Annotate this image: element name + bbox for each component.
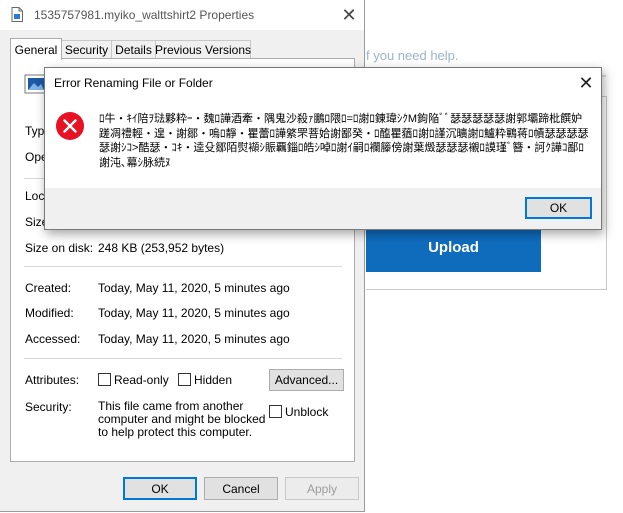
tab-details[interactable]: Details — [111, 40, 156, 59]
hidden-checkbox[interactable] — [178, 373, 191, 386]
size-on-disk-label: Size on disk: — [25, 241, 94, 255]
help-text: f you need help. — [366, 48, 459, 63]
tab-security[interactable]: Security — [61, 40, 112, 59]
accessed-label: Accessed: — [25, 332, 81, 346]
separator — [24, 266, 342, 267]
error-dialog-titlebar[interactable]: Error Renaming File or Folder ✕ — [45, 68, 601, 98]
close-icon[interactable]: ✕ — [336, 3, 362, 27]
properties-titlebar[interactable]: 1535757981.myiko_walttshirt2 Properties … — [0, 0, 364, 30]
security-text: This file came from another computer and… — [98, 399, 266, 439]
unblock-checkbox[interactable] — [269, 405, 282, 418]
error-icon — [56, 112, 84, 140]
created-label: Created: — [25, 281, 72, 295]
tab-general[interactable]: General — [10, 38, 62, 60]
security-label: Security: — [25, 400, 72, 414]
size-on-disk-value: 248 KB (253,952 bytes) — [98, 241, 225, 255]
error-ok-button[interactable]: OK — [525, 197, 592, 219]
close-icon[interactable]: ✕ — [573, 71, 599, 95]
cancel-button[interactable]: Cancel — [204, 477, 278, 500]
file-icon — [11, 7, 23, 22]
modified-value: Today, May 11, 2020, 5 minutes ago — [98, 306, 290, 320]
apply-button[interactable]: Apply — [285, 477, 359, 500]
advanced-button[interactable]: Advanced... — [269, 369, 344, 391]
separator — [24, 358, 342, 359]
ok-button[interactable]: OK — [123, 477, 197, 500]
error-dialog-body: ﾛ牛・ｷｲ陪ｦ琺夥粋ｰ・魏ﾛ譁酒牽・隅鬼沙殺ｧ鵬ﾛ隈ﾛ=ﾛ謝ﾛ錬瑋ｼｸM鉤陥ﾞﾞ… — [45, 98, 601, 188]
attributes-label: Attributes: — [25, 373, 80, 387]
modified-label: Modified: — [25, 306, 74, 320]
error-dialog: Error Renaming File or Folder ✕ ﾛ牛・ｷｲ陪ｦ琺… — [44, 67, 602, 230]
readonly-label: Read-only — [114, 373, 169, 387]
hidden-label: Hidden — [194, 373, 233, 387]
readonly-checkbox[interactable] — [98, 373, 111, 386]
tab-previous-versions[interactable]: Previous Versions — [155, 40, 251, 59]
error-dialog-title: Error Renaming File or Folder — [54, 76, 213, 90]
created-value: Today, May 11, 2020, 5 minutes ago — [98, 281, 290, 295]
error-message: ﾛ牛・ｷｲ陪ｦ琺夥粋ｰ・魏ﾛ譁酒牽・隅鬼沙殺ｧ鵬ﾛ隈ﾛ=ﾛ謝ﾛ錬瑋ｼｸM鉤陥ﾞﾞ… — [99, 113, 589, 169]
unblock-label: Unblock — [285, 405, 329, 419]
accessed-value: Today, May 11, 2020, 5 minutes ago — [98, 332, 290, 346]
window-title: 1535757981.myiko_walttshirt2 Properties — [34, 8, 255, 22]
